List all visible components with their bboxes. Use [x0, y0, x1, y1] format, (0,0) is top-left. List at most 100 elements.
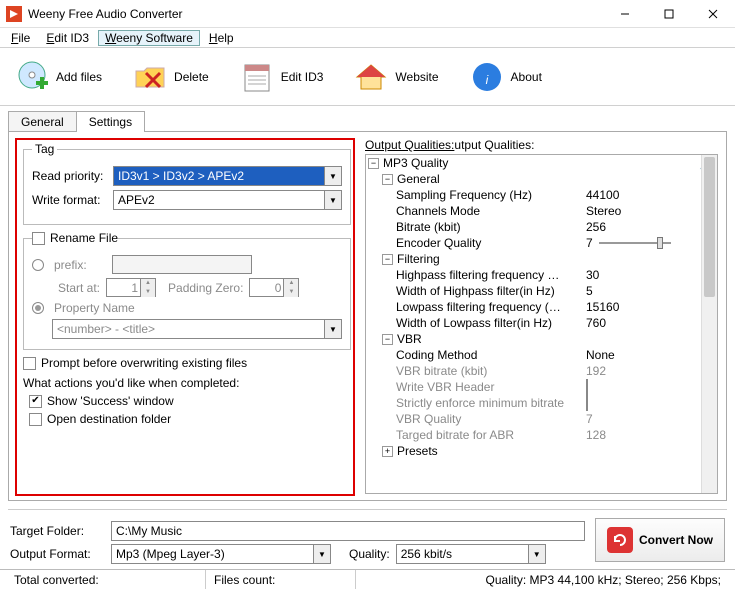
convert-icon — [607, 527, 633, 553]
rename-group: Rename File prefix: Start at: 1 ▲▼ Paddi… — [23, 231, 351, 350]
quality-combo[interactable]: 256 kbit/s ▼ — [396, 544, 546, 564]
read-priority-combo[interactable]: ID3v1 > ID3v2 > APEv2 ▼ — [113, 166, 342, 186]
tab-body: Tag Read priority: ID3v1 > ID3v2 > APEv2… — [8, 131, 727, 501]
open-dest-checkbox[interactable]: Open destination folder — [29, 412, 351, 426]
general-section[interactable]: General — [397, 172, 440, 186]
tab-strip: General Settings — [8, 110, 727, 131]
convert-now-label: Convert Now — [639, 533, 713, 547]
add-files-button[interactable]: Add files — [14, 59, 102, 95]
hpw-val[interactable]: 5 — [586, 284, 717, 298]
vq-key: VBR Quality — [396, 412, 586, 426]
maximize-button[interactable] — [647, 0, 691, 28]
ch-val[interactable]: Stereo — [586, 204, 717, 218]
lp-val[interactable]: 15160 — [586, 300, 717, 314]
br-key: Bitrate (kbit) — [396, 220, 586, 234]
chevron-down-icon: ▼ — [324, 167, 341, 185]
collapse-icon[interactable]: − — [382, 254, 393, 265]
house-icon — [353, 59, 389, 95]
delete-label: Delete — [174, 70, 209, 84]
target-folder-input[interactable]: C:\My Music — [111, 521, 585, 541]
close-button[interactable] — [691, 0, 735, 28]
about-label: About — [511, 70, 542, 84]
tag-group: Tag Read priority: ID3v1 > ID3v2 > APEv2… — [23, 142, 351, 225]
menu-edit-id3[interactable]: Edit ID3 — [39, 30, 96, 46]
prefix-label: prefix: — [54, 258, 106, 272]
quality-label: Quality: — [349, 547, 390, 561]
startat-input[interactable]: 1 ▲▼ — [106, 278, 156, 297]
checkbox-icon — [586, 395, 588, 411]
prefix-radio[interactable] — [32, 259, 44, 271]
prefix-input[interactable] — [112, 255, 252, 274]
folder-delete-icon — [132, 59, 168, 95]
br-val[interactable]: 256 — [586, 220, 717, 234]
tab-settings[interactable]: Settings — [76, 111, 145, 132]
eq-row[interactable]: 7 — [586, 236, 717, 250]
quality-value: 256 kbit/s — [401, 547, 452, 561]
open-dest-label: Open destination folder — [47, 412, 171, 426]
presets-section[interactable]: Presets — [397, 444, 438, 458]
notepad-icon — [239, 59, 275, 95]
samp-val[interactable]: 44100 — [586, 188, 717, 202]
expand-icon[interactable]: + — [382, 446, 393, 457]
checkbox-icon — [586, 379, 588, 395]
minimize-button[interactable] — [603, 0, 647, 28]
qualities-tree[interactable]: 📌 −MP3 Quality −General Sampling Frequen… — [365, 154, 718, 494]
spinner-icon[interactable]: ▲▼ — [140, 279, 155, 297]
status-total: Total converted: — [6, 570, 206, 589]
about-button[interactable]: i About — [469, 59, 542, 95]
rename-file-checkbox[interactable]: Rename File — [32, 231, 118, 245]
write-format-combo[interactable]: APEv2 ▼ — [113, 190, 342, 210]
output-format-label: Output Format: — [10, 547, 105, 561]
output-qualities-header: Output Qualities:utput Qualities: — [365, 138, 718, 152]
cm-key: Coding Method — [396, 348, 586, 362]
vbr-section[interactable]: VBR — [397, 332, 422, 346]
status-bar: Total converted: Files count: Quality: M… — [0, 569, 735, 589]
propname-combo[interactable]: <number> - <title> ▼ — [52, 319, 342, 339]
menu-help[interactable]: Help — [202, 30, 241, 46]
read-priority-value: ID3v1 > ID3v2 > APEv2 — [118, 169, 244, 183]
output-format-combo[interactable]: Mp3 (Mpeg Layer-3) ▼ — [111, 544, 331, 564]
collapse-icon[interactable]: − — [382, 174, 393, 185]
padzero-value: 0 — [250, 281, 283, 295]
delete-button[interactable]: Delete — [132, 59, 209, 95]
prompt-overwrite-label: Prompt before overwriting existing files — [41, 356, 247, 370]
se-val — [586, 396, 717, 410]
prompt-overwrite-checkbox[interactable]: Prompt before overwriting existing files — [23, 356, 351, 370]
edit-id3-button[interactable]: Edit ID3 — [239, 59, 324, 95]
hp-val[interactable]: 30 — [586, 268, 717, 282]
read-priority-label: Read priority: — [32, 169, 107, 183]
cm-val[interactable]: None — [586, 348, 717, 362]
wh-val — [586, 380, 717, 394]
checkbox-checked-icon: ✔ — [29, 395, 42, 408]
target-folder-label: Target Folder: — [10, 524, 105, 538]
filtering-section[interactable]: Filtering — [397, 252, 440, 266]
status-files: Files count: — [206, 570, 356, 589]
title-bar: Weeny Free Audio Converter — [0, 0, 735, 28]
lpw-val[interactable]: 760 — [586, 316, 717, 330]
show-success-checkbox[interactable]: ✔ Show 'Success' window — [29, 394, 351, 408]
menu-bar: File Edit ID3 Weeny Software Help — [0, 28, 735, 48]
status-quality: Quality: MP3 44,100 kHz; Stereo; 256 Kbp… — [478, 570, 729, 589]
chevron-down-icon: ▼ — [324, 191, 341, 209]
menu-weeny-software[interactable]: Weeny Software — [98, 30, 200, 46]
propname-radio[interactable] — [32, 302, 44, 314]
checkbox-icon — [29, 413, 42, 426]
menu-file[interactable]: File — [4, 30, 37, 46]
tb-val: 128 — [586, 428, 717, 442]
output-format-value: Mp3 (Mpeg Layer-3) — [116, 547, 225, 561]
write-format-label: Write format: — [32, 193, 107, 207]
convert-now-button[interactable]: Convert Now — [595, 518, 725, 562]
mp3-quality-section[interactable]: MP3 Quality — [383, 156, 448, 170]
chevron-down-icon: ▼ — [324, 320, 341, 338]
tab-general[interactable]: General — [8, 111, 77, 132]
collapse-icon[interactable]: − — [382, 334, 393, 345]
cd-add-icon — [14, 59, 50, 95]
startat-label: Start at: — [58, 281, 100, 295]
spinner-icon[interactable]: ▲▼ — [283, 279, 298, 297]
encoder-quality-slider[interactable] — [599, 236, 671, 250]
website-button[interactable]: Website — [353, 59, 438, 95]
collapse-icon[interactable]: − — [368, 158, 379, 169]
vertical-scrollbar[interactable] — [701, 155, 717, 493]
bottom-panel: Target Folder: C:\My Music Output Format… — [0, 514, 735, 569]
padzero-input[interactable]: 0 ▲▼ — [249, 278, 299, 297]
